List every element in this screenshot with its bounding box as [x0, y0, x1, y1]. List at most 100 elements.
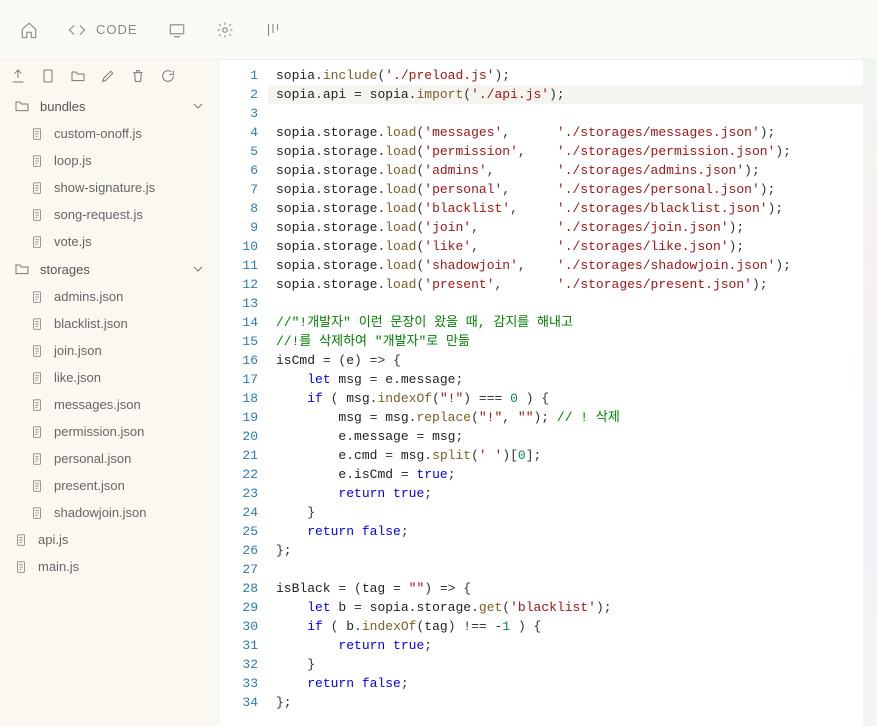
code-line[interactable]: let b = sopia.storage.get('blacklist');	[268, 598, 863, 617]
code-line[interactable]: sopia.storage.load('join', './storages/j…	[268, 218, 863, 237]
bars-button[interactable]	[264, 21, 282, 39]
file-name: loop.js	[54, 153, 92, 168]
code-line[interactable]: return false;	[268, 522, 863, 541]
code-line[interactable]: e.cmd = msg.split(' ')[0];	[268, 446, 863, 465]
new-folder-icon[interactable]	[70, 68, 86, 84]
code-tab[interactable]: CODE	[68, 21, 138, 39]
minimap[interactable]	[863, 60, 877, 726]
file-name: join.json	[54, 343, 102, 358]
line-number: 22	[220, 465, 258, 484]
code-line[interactable]: sopia.storage.load('present', './storage…	[268, 275, 863, 294]
settings-button[interactable]	[216, 21, 234, 39]
home-button[interactable]	[20, 21, 38, 39]
code-line[interactable]: sopia.storage.load('like', './storages/l…	[268, 237, 863, 256]
code-line[interactable]: let msg = e.message;	[268, 370, 863, 389]
code-line[interactable]: //!를 삭제하여 "개발자"로 만듦	[268, 332, 863, 351]
code-line[interactable]: };	[268, 693, 863, 712]
line-number: 24	[220, 503, 258, 522]
line-number: 28	[220, 579, 258, 598]
code-line[interactable]: sopia.include('./preload.js');	[268, 66, 863, 85]
file-row[interactable]: song-request.js	[0, 201, 220, 228]
code-line[interactable]: sopia.api = sopia.import('./api.js');	[268, 85, 863, 104]
line-number: 10	[220, 237, 258, 256]
file-name: show-signature.js	[54, 180, 155, 195]
line-number: 17	[220, 370, 258, 389]
edit-icon[interactable]	[100, 68, 116, 84]
code-line[interactable]: msg = msg.replace("!", ""); // ! 삭제	[268, 408, 863, 427]
code-line[interactable]: sopia.storage.load('messages', './storag…	[268, 123, 863, 142]
file-tree: bundles custom-onoff.js loop.js show-signat…	[0, 92, 220, 580]
code-line[interactable]	[268, 560, 863, 579]
folder-row[interactable]: storages	[0, 255, 220, 283]
file-row[interactable]: personal.json	[0, 445, 220, 472]
file-row[interactable]: admins.json	[0, 283, 220, 310]
line-number: 29	[220, 598, 258, 617]
line-number: 34	[220, 693, 258, 712]
file-row[interactable]: present.json	[0, 472, 220, 499]
file-row[interactable]: join.json	[0, 337, 220, 364]
file-row[interactable]: main.js	[0, 553, 220, 580]
refresh-icon[interactable]	[160, 68, 176, 84]
monitor-button[interactable]	[168, 21, 186, 39]
file-name: main.js	[38, 559, 79, 574]
upload-icon[interactable]	[10, 68, 26, 84]
code-line[interactable]: return false;	[268, 674, 863, 693]
folder-name: bundles	[40, 99, 86, 114]
code-line[interactable]: if ( b.indexOf(tag) !== -1 ) {	[268, 617, 863, 636]
folder-name: storages	[40, 262, 90, 277]
code-line[interactable]	[268, 294, 863, 313]
file-row[interactable]: blacklist.json	[0, 310, 220, 337]
gutter: 1234567891011121314151617181920212223242…	[220, 60, 268, 726]
file-row[interactable]: api.js	[0, 526, 220, 553]
gear-icon	[216, 21, 234, 39]
code-line[interactable]	[268, 104, 863, 123]
new-file-icon[interactable]	[40, 68, 56, 84]
trash-icon[interactable]	[130, 68, 146, 84]
line-number: 16	[220, 351, 258, 370]
file-name: permission.json	[54, 424, 144, 439]
file-name: like.json	[54, 370, 101, 385]
editor[interactable]: 1234567891011121314151617181920212223242…	[220, 60, 877, 726]
file-row[interactable]: like.json	[0, 364, 220, 391]
code-line[interactable]: sopia.storage.load('permission', './stor…	[268, 142, 863, 161]
line-number: 26	[220, 541, 258, 560]
line-number: 2	[220, 85, 258, 104]
line-number: 25	[220, 522, 258, 541]
line-number: 11	[220, 256, 258, 275]
line-number: 23	[220, 484, 258, 503]
file-row[interactable]: show-signature.js	[0, 174, 220, 201]
line-number: 12	[220, 275, 258, 294]
topbar: CODE	[0, 0, 877, 60]
file-row[interactable]: vote.js	[0, 228, 220, 255]
code-line[interactable]: }	[268, 655, 863, 674]
file-row[interactable]: loop.js	[0, 147, 220, 174]
line-number: 13	[220, 294, 258, 313]
code-line[interactable]: }	[268, 503, 863, 522]
code-line[interactable]: e.message = msg;	[268, 427, 863, 446]
code-label: CODE	[96, 22, 138, 37]
file-row[interactable]: permission.json	[0, 418, 220, 445]
code-line[interactable]: //"!개발자" 이런 문장이 왔을 때, 감지를 해내고	[268, 313, 863, 332]
file-row[interactable]: shadowjoin.json	[0, 499, 220, 526]
line-number: 33	[220, 674, 258, 693]
code-line[interactable]: isBlack = (tag = "") => {	[268, 579, 863, 598]
code-line[interactable]: sopia.storage.load('blacklist', './stora…	[268, 199, 863, 218]
line-number: 30	[220, 617, 258, 636]
line-number: 31	[220, 636, 258, 655]
code-line[interactable]: };	[268, 541, 863, 560]
code-line[interactable]: sopia.storage.load('admins', './storages…	[268, 161, 863, 180]
file-row[interactable]: custom-onoff.js	[0, 120, 220, 147]
code-line[interactable]: if ( msg.indexOf("!") === 0 ) {	[268, 389, 863, 408]
code-line[interactable]: sopia.storage.load('shadowjoin', './stor…	[268, 256, 863, 275]
code-line[interactable]: sopia.storage.load('personal', './storag…	[268, 180, 863, 199]
file-name: personal.json	[54, 451, 131, 466]
code-line[interactable]: isCmd = (e) => {	[268, 351, 863, 370]
code-line[interactable]: e.isCmd = true;	[268, 465, 863, 484]
code-line[interactable]: return true;	[268, 484, 863, 503]
code-area[interactable]: sopia.include('./preload.js');sopia.api …	[268, 60, 863, 726]
file-row[interactable]: messages.json	[0, 391, 220, 418]
line-number: 21	[220, 446, 258, 465]
file-name: messages.json	[54, 397, 141, 412]
code-line[interactable]: return true;	[268, 636, 863, 655]
folder-row[interactable]: bundles	[0, 92, 220, 120]
